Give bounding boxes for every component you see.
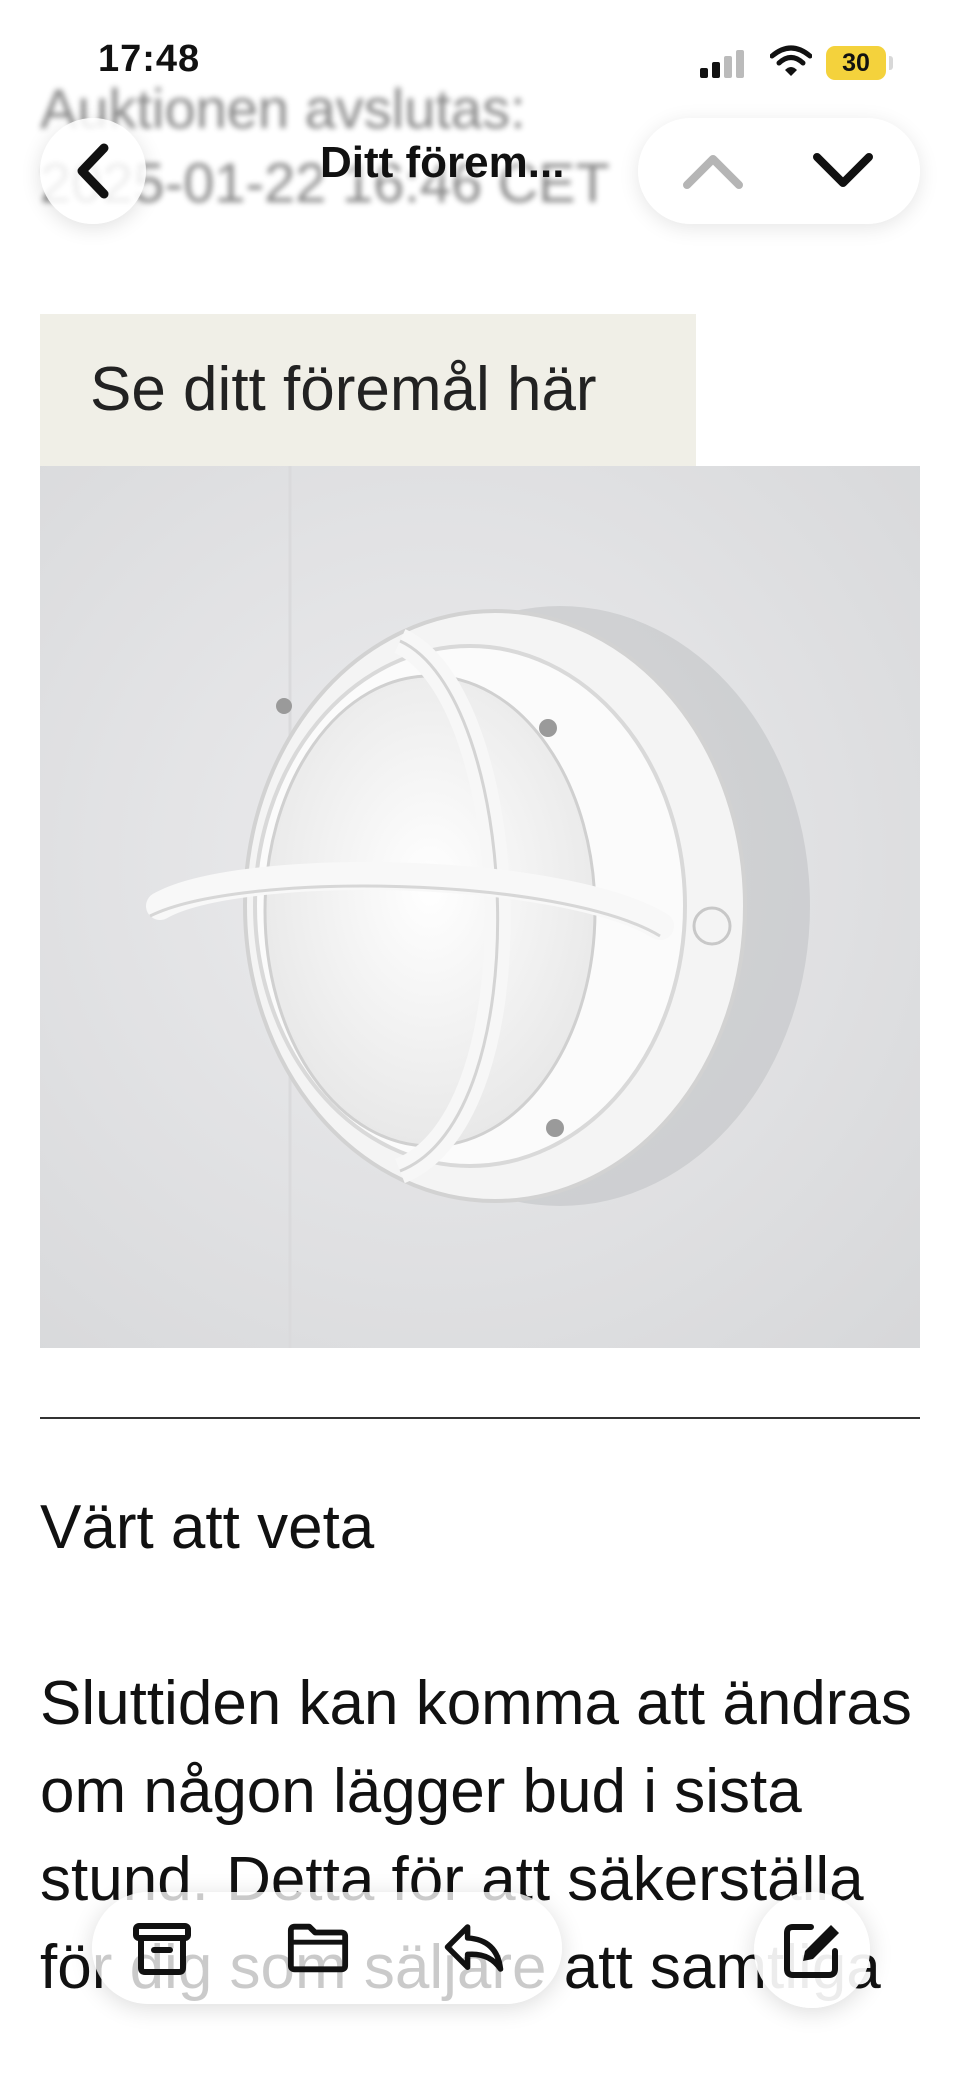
move-to-folder-button[interactable]: [286, 1916, 350, 1980]
reply-button[interactable]: [442, 1916, 506, 1980]
divider: [40, 1417, 920, 1419]
wall-lamp-image: [40, 466, 920, 1348]
compose-icon: [784, 1924, 839, 1978]
view-item-link[interactable]: Se ditt föremål här: [40, 314, 696, 466]
battery-indicator: 30: [826, 46, 886, 80]
bottom-toolbar: [92, 1892, 562, 2004]
nav-title: Ditt förem...: [320, 138, 565, 187]
battery-cap: [889, 56, 893, 70]
message-navigation: [638, 118, 920, 224]
status-bar: 17:48 30: [0, 0, 960, 110]
next-message-button[interactable]: [808, 140, 878, 202]
chevron-left-icon: [77, 143, 109, 199]
compose-button[interactable]: [754, 1892, 870, 2008]
status-time: 17:48: [98, 38, 201, 80]
product-image[interactable]: [40, 466, 920, 1348]
wifi-icon: [770, 45, 812, 76]
section-heading: Värt att veta: [40, 1493, 375, 1562]
archive-button[interactable]: [130, 1916, 194, 1980]
cellular-signal-icon: [700, 48, 748, 78]
previous-message-button[interactable]: [678, 140, 748, 202]
back-button[interactable]: [40, 118, 146, 224]
chevron-up-icon: [683, 155, 743, 189]
reply-icon: [444, 1924, 504, 1972]
email-content: Auktionen avslutas: 2025-01-22 16:46 CET…: [0, 0, 960, 2078]
folder-icon: [287, 1923, 349, 1973]
archive-icon: [133, 1923, 191, 1975]
chevron-down-icon: [813, 153, 873, 187]
